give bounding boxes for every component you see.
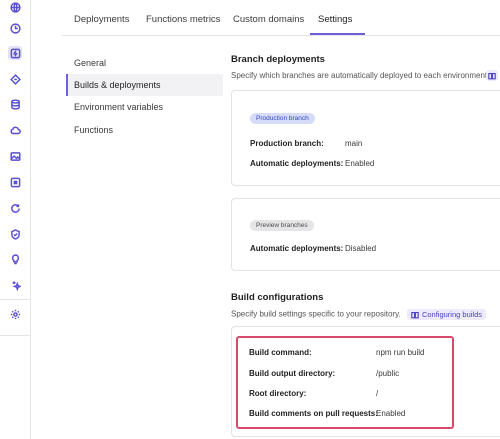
clock-icon[interactable] xyxy=(8,21,22,35)
tab-custom-domains[interactable]: Custom domains xyxy=(233,14,304,25)
configuring-builds-link[interactable]: Configuring builds xyxy=(406,309,486,320)
production-auto-deploy-label: Automatic deployments: xyxy=(250,159,344,168)
diamond-icon[interactable] xyxy=(8,72,22,86)
preview-branches-card: Preview branches Automatic deployments: … xyxy=(231,198,500,271)
cloud-icon[interactable] xyxy=(8,123,22,137)
preview-auto-deploy-label: Automatic deployments: xyxy=(250,244,344,253)
build-configurations-description: Specify build settings specific to your … xyxy=(231,309,401,319)
production-branch-badge: Production branch xyxy=(250,113,315,124)
image-icon[interactable] xyxy=(8,149,22,163)
build-comments-label: Build comments on pull requests: xyxy=(249,409,378,418)
sparkle-icon[interactable] xyxy=(8,278,22,292)
shield-icon[interactable] xyxy=(8,227,22,241)
branch-deployments-title: Branch deployments xyxy=(231,54,325,65)
branch-deployments-description: Specify which branches are automatically… xyxy=(231,71,490,80)
build-configurations-title: Build configurations xyxy=(231,292,324,303)
tab-bar: Deployments Functions metrics Custom dom… xyxy=(62,0,500,36)
refresh-icon[interactable] xyxy=(8,201,22,215)
production-branch-value: main xyxy=(345,139,363,148)
globe-icon[interactable] xyxy=(8,0,22,14)
root-directory-label: Root directory: xyxy=(249,389,307,398)
rail-divider xyxy=(0,299,31,300)
preview-branches-badge: Preview branches xyxy=(250,220,314,231)
production-auto-deploy-value: Enabled xyxy=(345,159,375,168)
configuring-builds-link-label: Configuring builds xyxy=(421,310,482,319)
rail-divider xyxy=(0,335,31,336)
nav-item-builds-deployments[interactable]: Builds & deployments xyxy=(66,74,223,96)
nav-item-environment-variables[interactable]: Environment variables xyxy=(66,96,223,118)
active-tab-indicator xyxy=(310,33,365,35)
chip-icon[interactable] xyxy=(8,175,22,189)
nav-item-functions[interactable]: Functions xyxy=(66,119,223,141)
bolt-icon[interactable] xyxy=(8,46,22,60)
tab-functions-metrics[interactable]: Functions metrics xyxy=(146,14,220,25)
build-command-value: npm run build xyxy=(376,348,425,357)
nav-item-general[interactable]: General xyxy=(66,52,223,74)
build-output-directory-label: Build output directory: xyxy=(249,369,336,378)
left-icon-rail xyxy=(0,0,31,439)
production-branch-card: Production branch Production branch: mai… xyxy=(231,90,500,186)
build-output-directory-value: /public xyxy=(376,369,400,378)
production-branch-label: Production branch: xyxy=(250,139,324,148)
root-directory-value: / xyxy=(376,389,379,398)
build-configurations-description-row: Specify build settings specific to your … xyxy=(231,309,486,320)
lightbulb-icon[interactable] xyxy=(8,252,22,266)
database-icon[interactable] xyxy=(8,97,22,111)
tab-settings[interactable]: Settings xyxy=(318,14,352,25)
build-command-label: Build command: xyxy=(249,348,312,357)
build-comments-value: Enabled xyxy=(376,409,406,418)
docs-icon[interactable] xyxy=(486,70,498,81)
gear-icon[interactable] xyxy=(8,307,22,321)
docs-icon xyxy=(411,311,419,318)
preview-auto-deploy-value: Disabled xyxy=(345,244,377,253)
tab-deployments[interactable]: Deployments xyxy=(74,14,129,25)
